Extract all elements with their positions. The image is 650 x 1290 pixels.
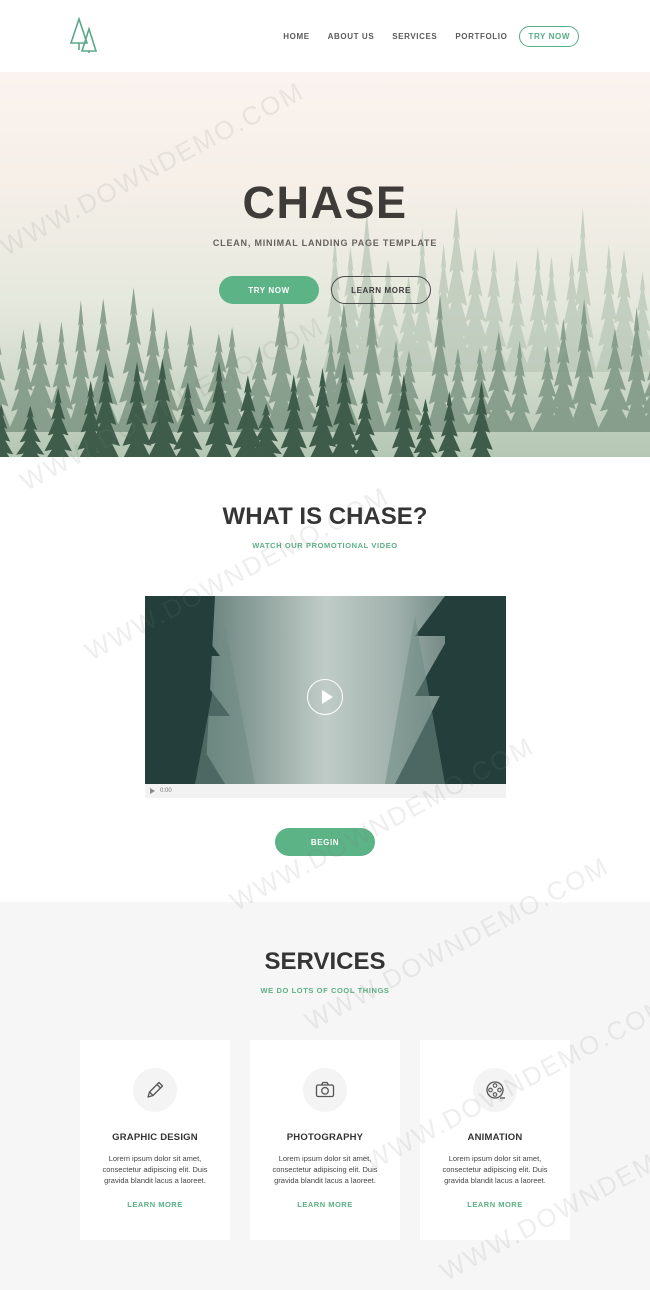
hero-subtitle: CLEAN, MINIMAL LANDING PAGE TEMPLATE — [212, 238, 438, 248]
what-section-subtitle: WATCH OUR PROMOTIONAL VIDEO — [252, 541, 398, 550]
nav-links: HOME ABOUT US SERVICES PORTFOLIO TRY NOW — [265, 26, 579, 47]
service-description: Lorem ipsum dolor sit amet, consectetur … — [272, 1154, 378, 1185]
logo-trees-icon[interactable] — [70, 17, 100, 53]
nav-about-link[interactable]: ABOUT US — [328, 32, 375, 41]
service-learn-more-link[interactable]: LEARN MORE — [250, 1200, 400, 1209]
service-description: Lorem ipsum dolor sit amet, consectetur … — [442, 1154, 548, 1185]
video-controls-play-icon[interactable] — [150, 788, 155, 794]
service-card-photography: PHOTOGRAPHY Lorem ipsum dolor sit amet, … — [250, 1040, 400, 1240]
service-title: ANIMATION — [467, 1132, 523, 1143]
camera-icon — [303, 1068, 347, 1112]
hero-section: CHASE CLEAN, MINIMAL LANDING PAGE TEMPLA… — [0, 72, 650, 457]
service-description: Lorem ipsum dolor sit amet, consectetur … — [102, 1154, 208, 1185]
pencil-icon — [133, 1068, 177, 1112]
top-navbar: HOME ABOUT US SERVICES PORTFOLIO TRY NOW — [0, 0, 650, 72]
services-section: SERVICES WE DO LOTS OF COOL THINGS GRAPH… — [0, 902, 650, 1290]
video-play-button[interactable] — [307, 679, 343, 715]
service-title: PHOTOGRAPHY — [286, 1132, 364, 1143]
film-reel-icon — [473, 1068, 517, 1112]
what-section-title: WHAT IS CHASE? — [222, 503, 428, 530]
services-subtitle: WE DO LOTS OF COOL THINGS — [260, 986, 390, 995]
nav-services-link[interactable]: SERVICES — [392, 32, 437, 41]
nav-home-link[interactable]: HOME — [283, 32, 309, 41]
begin-button[interactable]: BEGIN — [275, 828, 375, 856]
service-card-graphic-design: GRAPHIC DESIGN Lorem ipsum dolor sit ame… — [80, 1040, 230, 1240]
nav-portfolio-link[interactable]: PORTFOLIO — [455, 32, 507, 41]
pine-tree-shape — [503, 259, 530, 372]
hero-try-now-button[interactable]: TRY NOW — [219, 276, 319, 304]
service-title: GRAPHIC DESIGN — [112, 1132, 198, 1143]
service-card-animation: ANIMATION Lorem ipsum dolor sit amet, co… — [420, 1040, 570, 1240]
promo-video-player[interactable] — [145, 596, 506, 784]
nav-try-now-button[interactable]: TRY NOW — [519, 26, 579, 47]
services-title: SERVICES — [264, 948, 386, 975]
video-time: 0:00 — [160, 788, 172, 794]
hero-title: CHASE — [242, 177, 408, 228]
hero-learn-more-button[interactable]: LEARN MORE — [331, 276, 431, 304]
service-learn-more-link[interactable]: LEARN MORE — [80, 1200, 230, 1209]
service-learn-more-link[interactable]: LEARN MORE — [420, 1200, 570, 1209]
video-controls-bar: 0:00 — [145, 784, 506, 798]
hero-forest-image — [0, 206, 650, 457]
